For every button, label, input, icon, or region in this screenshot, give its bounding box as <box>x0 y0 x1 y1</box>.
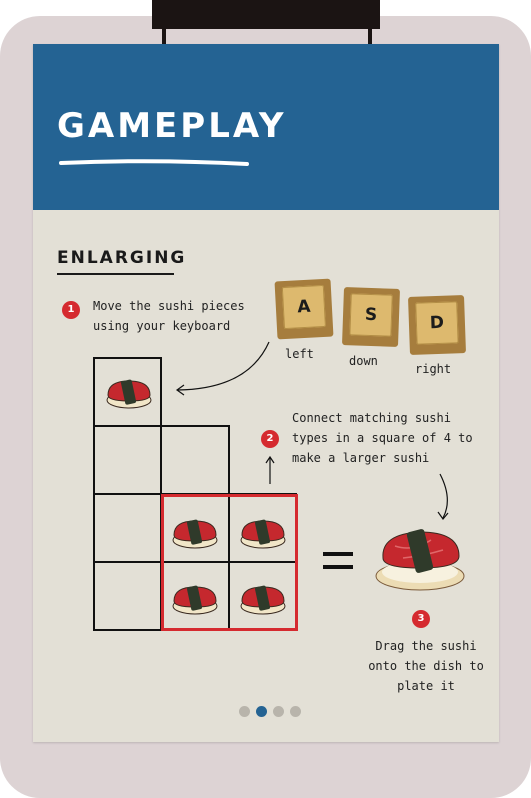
grid-cell <box>93 493 162 563</box>
step-2-line-2: types in a square of 4 to <box>292 431 473 445</box>
sushi-piece[interactable] <box>238 515 288 551</box>
sushi-piece[interactable] <box>238 581 288 617</box>
sushi-piece[interactable] <box>104 375 154 411</box>
page-dot-1[interactable] <box>239 706 250 717</box>
page-dot-2-active[interactable] <box>256 706 267 717</box>
step-3-badge: 3 <box>412 610 430 628</box>
step-3-line-2: onto the dish to <box>368 659 484 673</box>
grid-cell <box>93 425 162 495</box>
step-2-line-3: make a larger sushi <box>292 451 430 465</box>
sushi-piece[interactable] <box>170 581 220 617</box>
step-3-line-1: Drag the sushi <box>375 639 477 653</box>
page-dot-4[interactable] <box>290 706 301 717</box>
step-3-line-3: plate it <box>397 679 455 693</box>
grid-cell <box>160 425 230 495</box>
step-2-badge: 2 <box>261 430 279 448</box>
tutorial-card: GAMEPLAY ENLARGING 1 Move the sushi piec… <box>33 44 499 742</box>
equals-icon <box>323 552 353 578</box>
sushi-piece[interactable] <box>170 515 220 551</box>
grid-cell <box>93 561 162 631</box>
page-dot-3[interactable] <box>273 706 284 717</box>
clipboard-clip <box>152 0 380 29</box>
large-sushi-on-dish <box>375 529 465 591</box>
step-2-text: Connect matching sushi types in a square… <box>292 408 473 468</box>
step-2-line-1: Connect matching sushi <box>292 411 451 425</box>
pagination-dots <box>239 706 301 717</box>
step-3-text: Drag the sushi onto the dish to plate it <box>351 636 501 696</box>
